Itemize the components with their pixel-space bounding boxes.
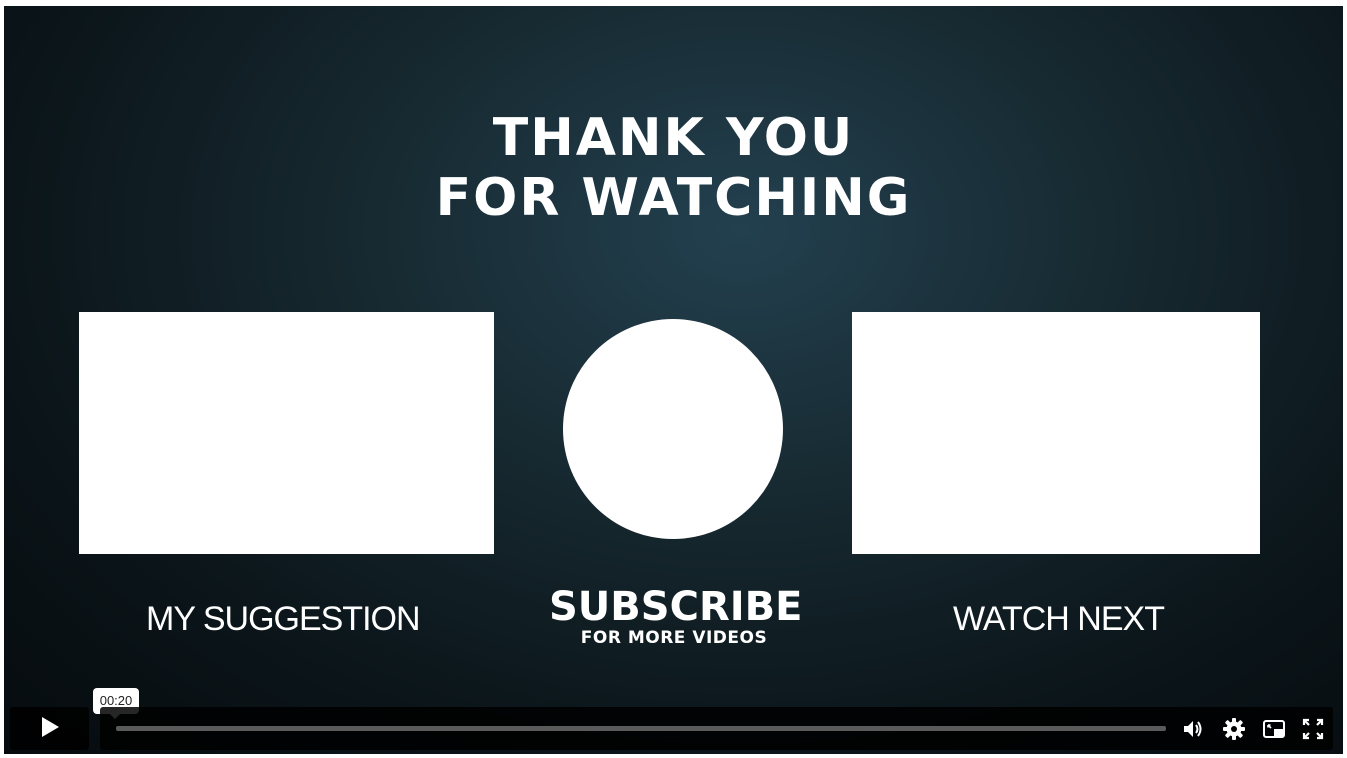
watch-next-label: WATCH NEXT bbox=[953, 600, 1165, 638]
video-player[interactable]: THANK YOU FOR WATCHING MY SUGGESTION WAT… bbox=[4, 6, 1343, 754]
progress-bar[interactable] bbox=[116, 726, 1166, 731]
title-line-2: FOR WATCHING bbox=[435, 168, 912, 228]
subscribe-block: SUBSCRIBE FOR MORE VIDEOS bbox=[549, 584, 803, 648]
watch-next-video-placeholder bbox=[852, 312, 1260, 554]
my-suggestion-label: MY SUGGESTION bbox=[146, 600, 421, 638]
picture-in-picture-icon[interactable] bbox=[1262, 717, 1286, 741]
subscribe-subheading: FOR MORE VIDEOS bbox=[580, 628, 768, 648]
suggestion-video-placeholder bbox=[79, 312, 494, 554]
volume-icon[interactable] bbox=[1181, 717, 1205, 741]
play-icon bbox=[40, 716, 60, 742]
play-button[interactable] bbox=[10, 707, 89, 750]
title-line-1: THANK YOU bbox=[492, 108, 855, 168]
subscribe-heading: SUBSCRIBE bbox=[549, 584, 803, 630]
fullscreen-icon[interactable] bbox=[1301, 717, 1325, 741]
subscribe-circle-placeholder bbox=[563, 319, 783, 539]
controls-bar bbox=[100, 707, 1333, 750]
settings-icon[interactable] bbox=[1222, 717, 1246, 741]
